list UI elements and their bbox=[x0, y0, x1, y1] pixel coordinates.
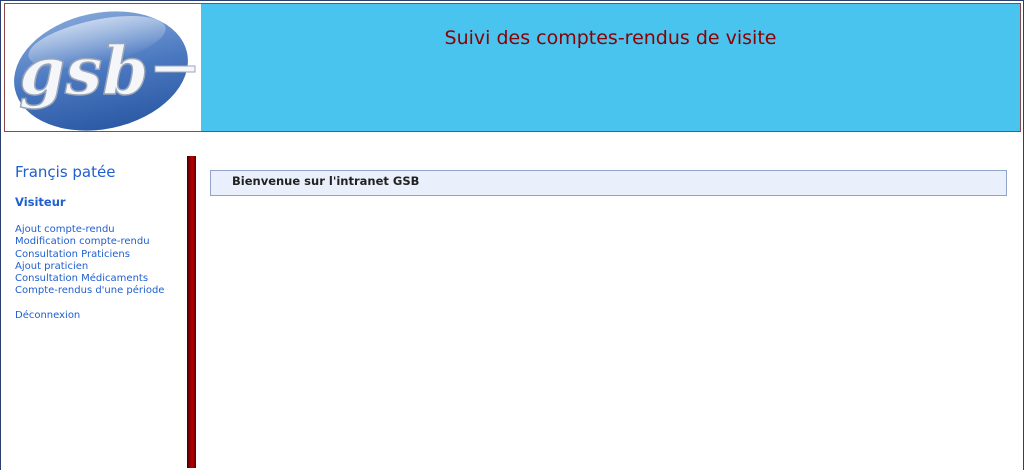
sidebar-menu: Ajout compte-rendu Modification compte-r… bbox=[15, 224, 185, 298]
welcome-message: Bienvenue sur l'intranet GSB bbox=[232, 174, 420, 188]
menu-item-consultation-praticiens[interactable]: Consultation Praticiens bbox=[15, 249, 185, 261]
logout-link[interactable]: Déconnexion bbox=[15, 310, 185, 322]
menu-item-compte-rendus-periode[interactable]: Compte-rendus d'une période bbox=[15, 285, 185, 297]
gsb-logo: gsb bbox=[5, 4, 201, 131]
user-role: Visiteur bbox=[15, 195, 66, 209]
header-banner: gsb Suivi des comptes-rendus de visite bbox=[4, 3, 1021, 132]
user-name: Françis patée bbox=[15, 163, 116, 181]
sidebar-divider bbox=[187, 156, 196, 468]
welcome-box: Bienvenue sur l'intranet GSB bbox=[210, 170, 1007, 196]
page: gsb Suivi des comptes-rendus de visite F… bbox=[0, 0, 1024, 470]
menu-item-ajout-compte-rendu[interactable]: Ajout compte-rendu bbox=[15, 224, 185, 236]
menu-item-consultation-medicaments[interactable]: Consultation Médicaments bbox=[15, 273, 185, 285]
gsb-logo-image: gsb bbox=[14, 11, 196, 131]
sidebar: Françis patée Visiteur Ajout compte-rend… bbox=[15, 162, 185, 322]
menu-item-modification-compte-rendu[interactable]: Modification compte-rendu bbox=[15, 236, 185, 248]
page-title: Suivi des comptes-rendus de visite bbox=[444, 27, 777, 49]
menu-item-ajout-praticien[interactable]: Ajout praticien bbox=[15, 261, 185, 273]
logo-text: gsb bbox=[19, 32, 148, 110]
